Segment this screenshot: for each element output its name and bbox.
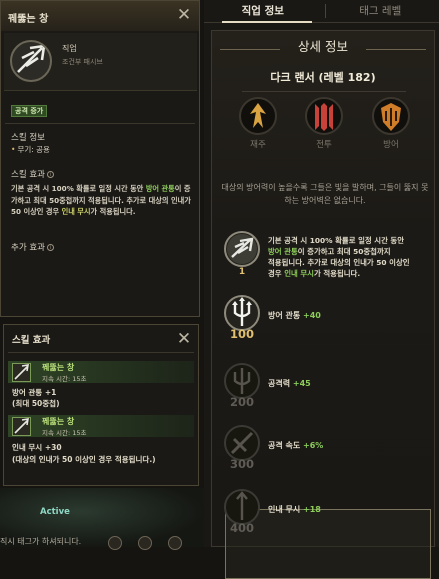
tier-number: 1 — [222, 267, 262, 277]
skill-effect-text: 기본 공격 시 100% 확률로 일정 시간 동안 방어 관통이 증가하고 최대… — [11, 183, 197, 218]
character-underline — [242, 91, 406, 92]
active-label: Active — [40, 507, 70, 517]
spear-skill-icon — [10, 40, 52, 82]
tooltip-header: 꿰뚫는 창 ✕ — [1, 1, 199, 31]
tooltip-title: 꿰뚫는 창 — [8, 10, 48, 25]
weapon-line: 무기: 공용 — [11, 144, 50, 155]
buff-effect-note: (대상의 인내가 50 이상인 경우 적용됩니다.) — [12, 454, 156, 465]
tag-icon[interactable] — [168, 536, 182, 550]
buff-effect: 방어 관통 +1 — [12, 387, 56, 398]
tab-bar: 직업 정보 태그 레벨 — [204, 0, 439, 22]
skill-tooltip: 꿰뚫는 창 ✕ 직업 조건부 패시브 공격 증가 스킬 정보 무기: 공용 스킬… — [0, 0, 200, 317]
spear-skill-icon — [224, 231, 260, 267]
detail-card: 상세 정보 다크 랜서 (레벨 182) 재주 전투 방어 대상의 방어력이 높… — [211, 30, 435, 547]
info-icon[interactable]: i — [47, 171, 54, 178]
tier-number: 400 — [222, 521, 262, 535]
selected-row-frame — [225, 509, 431, 579]
stat-dexterity[interactable]: 재주 — [236, 97, 280, 150]
buff-item[interactable]: 꿰뚫는 창 지속 시간: 15초 — [8, 361, 194, 383]
tier-number: 300 — [222, 457, 262, 471]
skill-card: 직업 조건부 패시브 — [4, 33, 197, 91]
tab-active-underline — [222, 21, 312, 23]
skill-info-heading: 스킬 정보 — [11, 131, 45, 143]
defense-icon — [372, 97, 410, 135]
buff-name: 꿰뚫는 창 — [42, 362, 74, 373]
character-name: 다크 랜서 (레벨 182) — [212, 69, 434, 85]
class-description: 대상의 방어력이 높을수록 그들은 빛을 발하며, 그들이 뚫지 못하는 방어벽… — [220, 181, 430, 207]
stat-defense[interactable]: 방어 — [369, 97, 413, 150]
tier-bonus: 방어 관통 +40 — [268, 310, 321, 321]
trident-icon — [224, 295, 260, 331]
buff-item[interactable]: 꿰뚫는 창 지속 시간: 15초 — [8, 415, 194, 437]
detail-title: 상세 정보 — [212, 36, 434, 55]
stat-label: 재주 — [236, 138, 280, 150]
dexterity-icon — [239, 97, 277, 135]
stat-label: 전투 — [302, 138, 346, 150]
tier-bonus: 공격 속도 +6% — [268, 440, 323, 451]
info-icon[interactable]: i — [47, 244, 54, 251]
buff-effect: 인내 무시 +30 — [12, 442, 62, 453]
tab-divider — [325, 4, 326, 18]
tag-icon[interactable] — [108, 536, 122, 550]
attack-speed-icon — [224, 425, 260, 461]
stat-combat[interactable]: 전투 — [302, 97, 346, 150]
tier-bonus: 인내 무시 +18 — [268, 504, 321, 515]
tier-number: 100 — [222, 327, 262, 341]
divider — [8, 352, 194, 353]
trident-icon-locked — [224, 363, 260, 399]
buff-effect-note: (최대 50중첩) — [12, 398, 60, 409]
buff-panel: 스킬 효과 ✕ 꿰뚫는 창 지속 시간: 15초 방어 관통 +1 (최대 50… — [3, 324, 199, 486]
tab-tag-level[interactable]: 태그 레벨 — [322, 0, 439, 22]
divider — [5, 123, 195, 124]
skill-subtitle: 조건부 패시브 — [62, 57, 103, 67]
tag-icon[interactable] — [138, 536, 152, 550]
tab-class-info[interactable]: 직업 정보 — [204, 0, 322, 22]
combat-icon — [305, 97, 343, 135]
tier-bonus: 공격력 +45 — [268, 378, 311, 389]
attack-up-badge: 공격 증가 — [11, 105, 47, 117]
extra-effect-heading: 추가 효과i — [11, 241, 54, 253]
class-info-panel: 직업 정보 태그 레벨 상세 정보 다크 랜서 (레벨 182) 재주 전투 — [204, 0, 439, 547]
spear-buff-icon — [12, 363, 31, 382]
buff-duration: 지속 시간: 15초 — [42, 373, 87, 383]
bottom-notification: 직시 태그가 하셔되니다. — [0, 536, 81, 547]
tier-number: 200 — [222, 395, 262, 409]
buff-duration: 지속 시간: 15초 — [42, 427, 87, 437]
stat-label: 방어 — [369, 138, 413, 150]
skill-type: 직업 — [62, 43, 77, 54]
buff-panel-title: 스킬 효과 — [12, 332, 50, 346]
spear-icon-locked — [224, 489, 260, 525]
spear-buff-icon — [12, 417, 31, 436]
buff-name: 꿰뚫는 창 — [42, 416, 74, 427]
close-icon[interactable]: ✕ — [176, 331, 192, 347]
tier-1-effect: 기본 공격 시 100% 확률로 일정 시간 동안 방어 관통이 증가하고 최대… — [268, 235, 438, 279]
title-ornament-right — [366, 49, 426, 50]
close-icon[interactable]: ✕ — [176, 7, 192, 23]
skill-effect-heading: 스킬 효과i — [11, 168, 54, 180]
